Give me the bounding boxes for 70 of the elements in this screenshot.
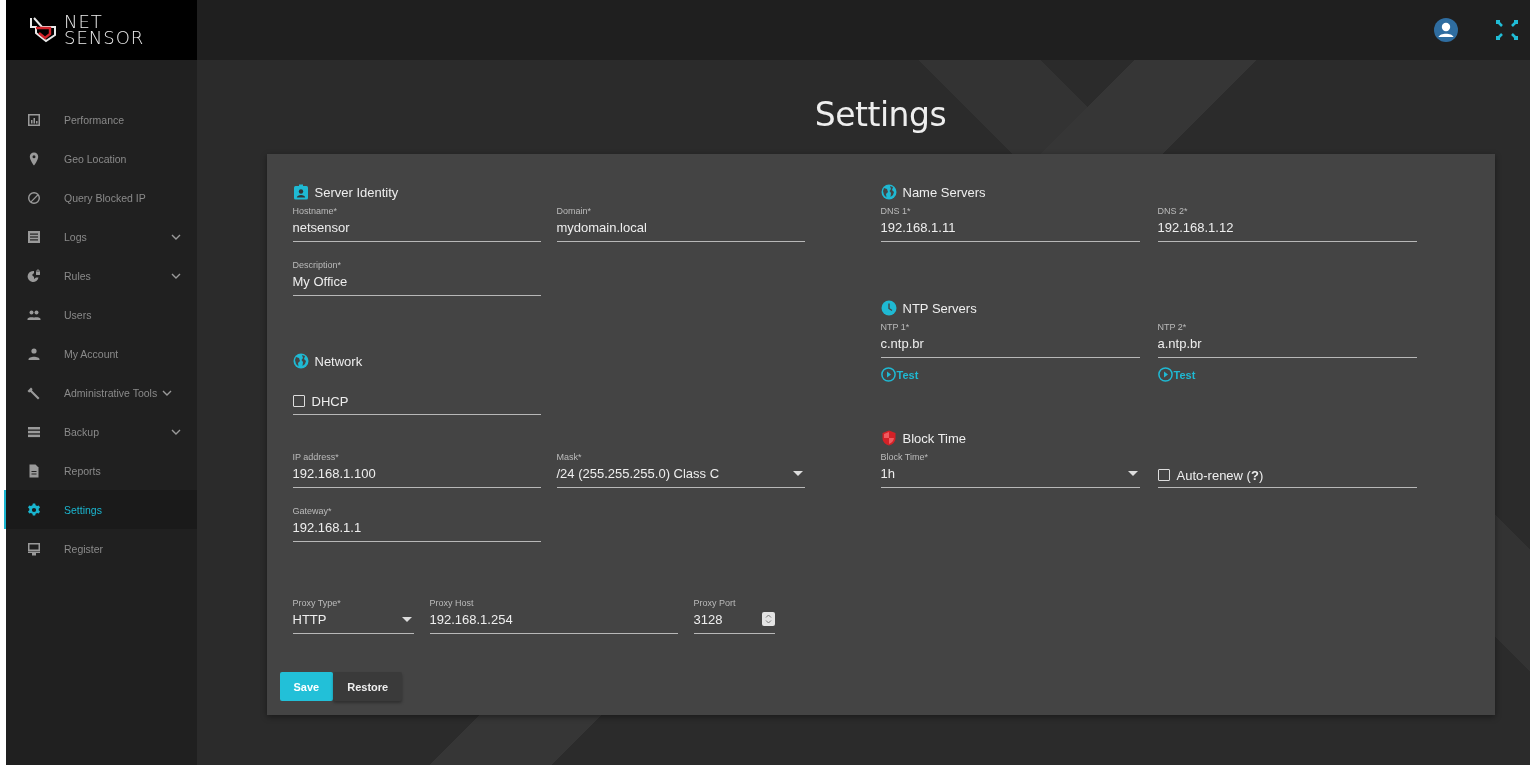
sidebar-item[interactable]: Settings	[4, 490, 197, 529]
chevron-down-icon	[171, 233, 181, 240]
chevron-down-icon	[162, 389, 173, 396]
globe-icon	[292, 353, 309, 369]
caret-icon	[1127, 470, 1138, 476]
restore-button[interactable]: Restore	[333, 672, 403, 701]
sidebar-item[interactable]: Performance	[4, 100, 197, 139]
section-title: Block Time	[902, 430, 967, 446]
input-field[interactable]: DNS 1* 192.168.1.11	[880, 205, 1140, 242]
avatar-icon[interactable]	[1434, 18, 1458, 42]
caret-icon	[401, 616, 412, 622]
input-field[interactable]: DNS 2* 192.168.1.12	[1157, 205, 1417, 242]
brand-name: NET	[64, 14, 103, 30]
section-title: Name Servers	[902, 184, 986, 200]
sidebar-item[interactable]: Logs	[4, 217, 197, 256]
sidebar-item[interactable]: Users	[4, 295, 197, 334]
test-link[interactable]: Test	[880, 367, 919, 382]
block-icon	[27, 190, 41, 205]
dropdown-field[interactable]: Mask* /24 (255.255.255.0) Class C	[556, 451, 805, 488]
dropdown-field[interactable]: Proxy Type* HTTP	[292, 597, 414, 634]
clock-icon	[880, 300, 897, 316]
spinner-icon[interactable]	[761, 612, 775, 626]
input-field[interactable]: Description* My Office	[292, 259, 541, 296]
sidebar-item[interactable]: Rules	[4, 256, 197, 295]
logo-icon	[28, 15, 58, 45]
section-title: Network	[314, 353, 363, 369]
sidebar-item[interactable]: Backup	[4, 412, 197, 451]
input-field[interactable]: Hostname* netsensor	[292, 205, 541, 242]
section-title: NTP Servers	[902, 300, 977, 316]
page-title: Settings	[814, 96, 947, 134]
shield-icon	[880, 430, 897, 446]
checkbox-field[interactable]: Auto-renew (?)	[1157, 451, 1417, 488]
checkbox[interactable]	[1157, 469, 1170, 481]
server-icon	[27, 424, 41, 439]
play-icon	[880, 367, 896, 382]
input-field[interactable]: IP address* 192.168.1.100	[292, 451, 541, 488]
number-field[interactable]: Proxy Port 3128	[693, 597, 775, 634]
input-field[interactable]: Gateway* 192.168.1.1	[292, 505, 541, 542]
badge-icon	[292, 184, 309, 200]
input-field[interactable]: NTP 1* c.ntp.br	[880, 321, 1140, 358]
sidebar-item[interactable]: Administrative Tools	[4, 373, 197, 412]
input-field[interactable]: NTP 2* a.ntp.br	[1157, 321, 1417, 358]
chart-icon	[27, 112, 41, 127]
list-icon	[27, 229, 41, 244]
sidebar-item[interactable]: My Account	[4, 334, 197, 373]
sidebar-item[interactable]: Query Blocked IP	[4, 178, 197, 217]
sidebar-item[interactable]: Reports	[4, 451, 197, 490]
sidebar-item[interactable]: Register	[4, 529, 197, 568]
test-link[interactable]: Test	[1157, 367, 1196, 382]
play-icon	[1157, 367, 1173, 382]
globe-icon	[880, 184, 897, 200]
pin-icon	[27, 151, 41, 166]
input-field[interactable]: Proxy Host 192.168.1.254	[429, 597, 678, 634]
checkbox-field[interactable]: DHCP	[292, 374, 541, 415]
checkbox[interactable]	[292, 395, 305, 407]
chevron-down-icon	[171, 272, 181, 279]
globe-icon	[27, 268, 41, 283]
doc-icon	[27, 463, 41, 478]
input-field[interactable]: Domain* mydomain.local	[556, 205, 805, 242]
wrench-icon	[27, 385, 41, 400]
person-icon	[27, 346, 41, 361]
chevron-down-icon	[171, 428, 181, 435]
gear-icon	[27, 502, 41, 517]
fullscreen-icon[interactable]	[1496, 20, 1518, 40]
section-title: Server Identity	[314, 184, 399, 200]
dropdown-field[interactable]: Block Time* 1h	[880, 451, 1140, 488]
brand-name: SENSOR	[64, 30, 145, 46]
sidebar-item[interactable]: Geo Location	[4, 139, 197, 178]
monitor-icon	[27, 541, 41, 556]
caret-icon	[792, 470, 803, 476]
